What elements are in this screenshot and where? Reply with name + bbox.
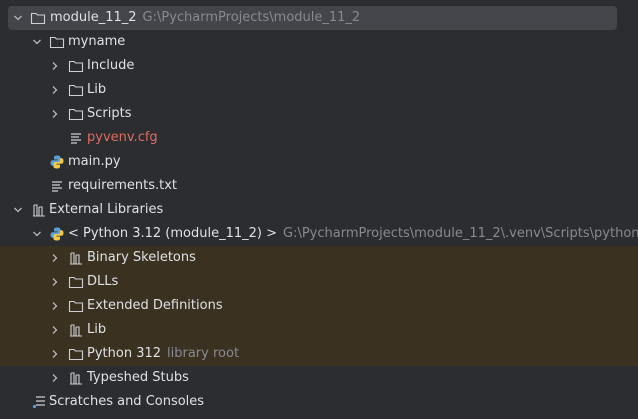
chevron-right-icon[interactable] [49,318,61,342]
chevron-right-icon[interactable] [49,102,61,126]
chevron-down-icon[interactable] [12,198,24,222]
tree-node-lib[interactable]: Lib [0,78,638,102]
chevron-right-icon[interactable] [49,246,61,270]
chevron-down-icon[interactable] [31,222,43,246]
tree-node-label: Python 312 [87,346,162,361]
text-file-icon [68,130,84,146]
library-root-hint: library root [167,346,240,361]
library-icon [68,250,84,266]
chevron-right-icon[interactable] [49,270,61,294]
chevron-right-icon[interactable] [49,78,61,102]
tree-node-requirements[interactable]: requirements.txt [0,174,638,198]
text-file-icon [49,178,65,194]
tree-node-label: Lib [87,322,107,337]
folder-icon [30,10,46,26]
chevron-down-icon[interactable] [12,6,24,30]
tree-node-label: Scratches and Consoles [49,394,205,409]
folder-icon [68,106,84,122]
sdk-name: < Python 3.12 (module_11_2) > [68,226,277,241]
project-tree: module_11_2 G:\PycharmProjects\module_11_… [0,6,638,414]
library-icon [68,322,84,338]
folder-icon [68,82,84,98]
tree-node-label: Binary Skeletons [87,250,196,265]
library-icon [68,370,84,386]
tree-node-label: DLLs [87,274,119,289]
tree-node-scripts[interactable]: Scripts [0,102,638,126]
scratches-icon [31,394,47,410]
tree-node-python312[interactable]: Python 312 library root [0,342,638,366]
tree-node-label: main.py [68,154,121,169]
chevron-down-icon[interactable] [31,30,43,54]
tree-node-typeshed-stubs[interactable]: Typeshed Stubs [0,366,638,390]
tree-node-label: Scripts [87,106,132,121]
sdk-path: G:\PycharmProjects\module_11_2\.venv\Scr… [283,226,638,241]
project-name: module_11_2 [50,10,137,25]
python-file-icon [49,154,65,170]
tree-node-lib-sdk[interactable]: Lib [0,318,638,342]
tree-node-scratches[interactable]: Scratches and Consoles [0,390,638,414]
tree-node-label: pyvenv.cfg [87,130,158,145]
chevron-right-icon[interactable] [49,366,61,390]
tree-node-label: requirements.txt [68,178,178,193]
tree-node-main-py[interactable]: main.py [0,150,638,174]
library-icon [31,202,47,218]
tree-node-extended-definitions[interactable]: Extended Definitions [0,294,638,318]
tree-node-external-libraries[interactable]: External Libraries [0,198,638,222]
tree-node-label: Include [87,58,135,73]
tree-node-dlls[interactable]: DLLs [0,270,638,294]
folder-icon [49,34,65,50]
project-path: G:\PycharmProjects\module_11_2 [142,10,361,25]
tree-node-binary-skeletons[interactable]: Binary Skeletons [0,246,638,270]
chevron-right-icon[interactable] [49,342,61,366]
tree-node-myname[interactable]: myname [0,30,638,54]
chevron-right-icon[interactable] [49,294,61,318]
python-sdk-icon [49,226,65,242]
tree-node-label: Lib [87,82,107,97]
chevron-right-icon[interactable] [49,54,61,78]
tree-node-project-root[interactable]: module_11_2 G:\PycharmProjects\module_11_… [8,6,617,30]
folder-icon [68,298,84,314]
folder-icon [68,58,84,74]
tree-node-label: Extended Definitions [87,298,223,313]
tree-node-include[interactable]: Include [0,54,638,78]
tree-node-python-sdk[interactable]: < Python 3.12 (module_11_2) > G:\PycharmP… [0,222,638,246]
tree-node-pyvenv[interactable]: pyvenv.cfg [0,126,638,150]
tree-node-label: myname [68,34,126,49]
tree-node-label: Typeshed Stubs [87,370,189,385]
folder-icon [68,274,84,290]
folder-icon [68,346,84,362]
tree-node-label: External Libraries [49,202,164,217]
